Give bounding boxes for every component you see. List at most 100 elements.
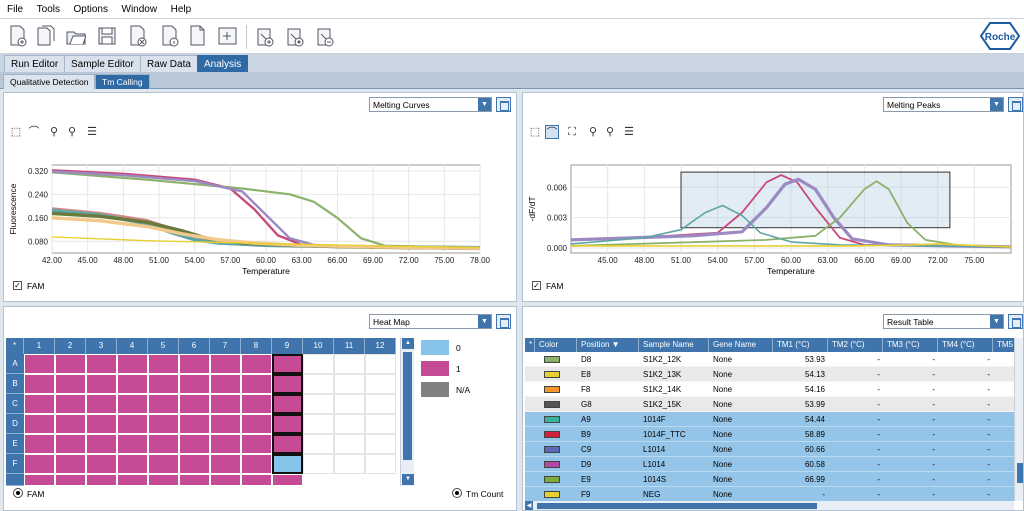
legend-tool-icon[interactable]: ☰: [85, 125, 99, 139]
heat-map-well[interactable]: [241, 414, 272, 434]
heat-map-well[interactable]: [179, 374, 210, 394]
heat-map-well[interactable]: [241, 434, 272, 454]
heat-map-well[interactable]: [365, 354, 396, 374]
heat-map-well[interactable]: [86, 414, 117, 434]
heat-map-well[interactable]: [117, 474, 148, 486]
heat-map-well[interactable]: [241, 394, 272, 414]
fam-checkbox[interactable]: ✓: [532, 281, 541, 290]
heat-map-well[interactable]: [148, 374, 179, 394]
heat-map-well[interactable]: [148, 394, 179, 414]
hscrollbar-thumb[interactable]: [537, 503, 817, 509]
chart-type-select-right[interactable]: Melting Peaks ▼: [883, 97, 1004, 112]
heat-map-well[interactable]: [117, 354, 148, 374]
heat-map-well[interactable]: [365, 454, 396, 474]
tab-raw-data[interactable]: Raw Data: [140, 55, 198, 72]
heat-map-well[interactable]: [241, 474, 272, 486]
heat-map-well[interactable]: [55, 434, 86, 454]
scrollbar-thumb[interactable]: [403, 352, 412, 460]
heat-map-well[interactable]: [86, 434, 117, 454]
add-plate-icon[interactable]: [255, 25, 275, 47]
plate-settings-icon[interactable]: [285, 25, 305, 47]
heat-map-well[interactable]: [55, 394, 86, 414]
heat-map-well[interactable]: [303, 434, 334, 454]
maximize-icon[interactable]: [1008, 97, 1023, 112]
heat-map-well[interactable]: [148, 354, 179, 374]
blank-document-icon[interactable]: [188, 25, 208, 47]
fam-checkbox[interactable]: ✓: [13, 281, 22, 290]
heat-map-well[interactable]: [55, 474, 86, 486]
heat-map-well[interactable]: [334, 434, 365, 454]
heat-map-well[interactable]: [148, 474, 179, 486]
heat-map-row-header[interactable]: B: [6, 374, 24, 394]
heat-map-well[interactable]: [24, 394, 55, 414]
scroll-up-icon[interactable]: ▲: [402, 338, 414, 349]
heat-map-well[interactable]: [210, 394, 241, 414]
menu-help[interactable]: Help: [171, 0, 192, 15]
table-row[interactable]: D9 L1014 None 60.58 - - -: [525, 457, 1014, 472]
heat-map-scrollbar[interactable]: ▲ ▼: [400, 338, 414, 486]
heat-map-well[interactable]: [86, 354, 117, 374]
zoom-out-icon[interactable]: ⚲: [603, 125, 617, 139]
heat-map-well[interactable]: [303, 454, 334, 474]
heat-map-well[interactable]: [241, 454, 272, 474]
heat-map-well[interactable]: [272, 394, 303, 414]
heat-map-well[interactable]: [241, 374, 272, 394]
heat-map-well[interactable]: [365, 414, 396, 434]
scroll-down-icon[interactable]: ▼: [402, 474, 414, 485]
heat-map-well[interactable]: [117, 374, 148, 394]
heat-map-well[interactable]: [179, 454, 210, 474]
heat-map-column-header[interactable]: 11: [334, 338, 365, 354]
table-row[interactable]: G8 S1K2_15K None 53.99 - - -: [525, 397, 1014, 412]
heat-map-well[interactable]: [86, 454, 117, 474]
table-row[interactable]: B9 1014F_TTC None 58.89 - - -: [525, 427, 1014, 442]
table-column-header[interactable]: TM2 (°C): [828, 338, 883, 352]
heat-map-well[interactable]: [117, 434, 148, 454]
heat-map-column-header[interactable]: 4: [117, 338, 148, 354]
table-column-header[interactable]: TM5: [993, 338, 1014, 352]
table-row[interactable]: F8 S1K2_14K None 54.16 - - -: [525, 382, 1014, 397]
zoom-in-icon[interactable]: ⚲: [47, 125, 61, 139]
heat-map-well[interactable]: [55, 414, 86, 434]
save-icon[interactable]: [97, 25, 117, 47]
heat-map-well[interactable]: [179, 474, 210, 486]
table-column-header[interactable]: TM1 (°C): [773, 338, 828, 352]
heat-map-well[interactable]: [179, 434, 210, 454]
heat-map-well[interactable]: [179, 414, 210, 434]
heat-map-well[interactable]: [272, 354, 303, 374]
heat-map-column-header[interactable]: 5: [148, 338, 179, 354]
table-column-header[interactable]: Sample Name: [639, 338, 709, 352]
curve-tool-icon[interactable]: ⌒: [27, 125, 41, 139]
heat-map-column-header[interactable]: 2: [55, 338, 86, 354]
heat-map-well[interactable]: [117, 394, 148, 414]
heat-map-well[interactable]: [24, 354, 55, 374]
heat-map-row-header[interactable]: E: [6, 434, 24, 454]
close-document-icon[interactable]: [128, 25, 148, 47]
heat-map-well[interactable]: [179, 354, 210, 374]
heat-map-well[interactable]: [55, 374, 86, 394]
heat-map-well[interactable]: [55, 354, 86, 374]
heat-map-well[interactable]: [148, 414, 179, 434]
zoom-selection-icon[interactable]: [218, 25, 238, 47]
heat-map-column-header[interactable]: 7: [210, 338, 241, 354]
heat-map-well[interactable]: [24, 474, 55, 486]
table-row[interactable]: D8 S1K2_12K None 53.93 - - -: [525, 352, 1014, 367]
heat-map-column-header[interactable]: 10: [303, 338, 334, 354]
table-row[interactable]: E9 1014S None 66.99 - - -: [525, 472, 1014, 487]
heat-map-well[interactable]: [24, 434, 55, 454]
new-document-icon[interactable]: [8, 25, 28, 47]
zoom-out-icon[interactable]: ⚲: [65, 125, 79, 139]
select-tool-icon[interactable]: ⬚: [528, 125, 542, 139]
heat-map-select[interactable]: Heat Map ▼: [369, 314, 492, 329]
result-table-scrollbar[interactable]: [1014, 338, 1023, 501]
heat-map-well[interactable]: [55, 454, 86, 474]
heat-map-well[interactable]: [334, 374, 365, 394]
heat-map-well[interactable]: [272, 434, 303, 454]
open-folder-icon[interactable]: [66, 25, 86, 47]
document-info-icon[interactable]: [160, 25, 180, 47]
heat-map-well[interactable]: [334, 414, 365, 434]
copy-document-icon[interactable]: [36, 25, 56, 47]
heat-map-well[interactable]: [303, 374, 334, 394]
menu-window[interactable]: Window: [122, 0, 158, 15]
menu-options[interactable]: Options: [74, 0, 108, 15]
tm-count-radio[interactable]: [452, 488, 462, 498]
